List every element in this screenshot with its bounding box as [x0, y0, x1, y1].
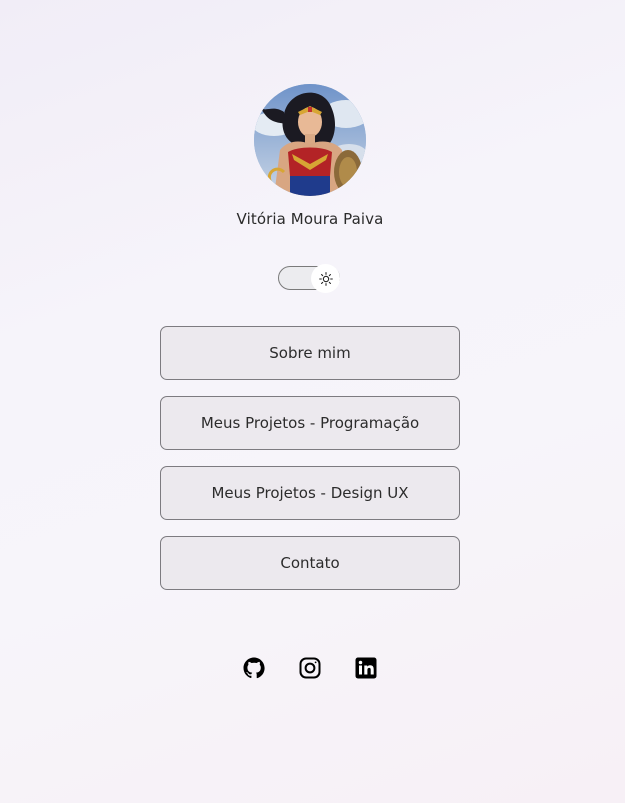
- contact-button[interactable]: Contato: [160, 536, 460, 590]
- programming-projects-button[interactable]: Meus Projetos - Programação: [160, 396, 460, 450]
- instagram-link[interactable]: [298, 656, 322, 680]
- instagram-icon: [299, 657, 321, 679]
- toggle-knob[interactable]: [311, 264, 340, 293]
- link-list: Sobre mim Meus Projetos - Programação Me…: [160, 326, 460, 606]
- github-link[interactable]: [242, 656, 266, 680]
- github-icon: [243, 657, 265, 679]
- social-links: [242, 656, 382, 680]
- profile-name: Vitória Moura Paiva: [236, 210, 384, 228]
- linktree-page: Vitória Moura Paiva Sobre mim Meus Proje…: [0, 0, 625, 803]
- linkedin-link[interactable]: [354, 656, 378, 680]
- design-ux-projects-button[interactable]: Meus Projetos - Design UX: [160, 466, 460, 520]
- avatar: [254, 84, 366, 196]
- theme-toggle[interactable]: [278, 264, 340, 293]
- linkedin-icon: [355, 657, 377, 679]
- profile-photo: [254, 84, 366, 196]
- sun-icon: [318, 271, 333, 286]
- about-me-button[interactable]: Sobre mim: [160, 326, 460, 380]
